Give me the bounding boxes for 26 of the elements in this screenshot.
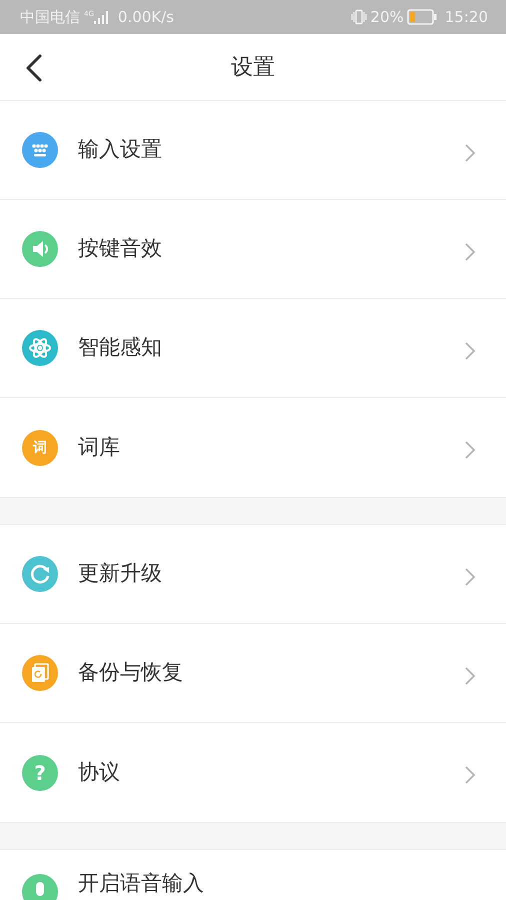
item-label: 智能感知 <box>78 334 162 362</box>
carrier-name: 中国电信 <box>20 6 80 28</box>
settings-item[interactable]: ? 协议 <box>0 723 506 822</box>
battery-icon <box>406 9 437 25</box>
item-label: 按键音效 <box>78 235 162 262</box>
settings-item[interactable]: 智能感知 <box>0 299 506 398</box>
clock-time: 15:20 <box>444 6 488 28</box>
item-label: 开启语音输入 <box>78 872 204 894</box>
battery-percent: 20% <box>370 6 404 28</box>
item-label: 协议 <box>78 758 120 786</box>
page-title: 设置 <box>231 54 275 82</box>
glyph-icon: ? <box>22 754 58 790</box>
settings-item[interactable]: 按键音效 <box>0 200 506 299</box>
settings-item[interactable]: 开启语音输入 <box>0 850 506 900</box>
item-label: 更新升级 <box>78 560 162 588</box>
settings-item[interactable]: 备份与恢复 <box>0 624 506 723</box>
settings-item[interactable]: 更新升级 <box>0 525 506 624</box>
network-speed: 0.00K/s <box>118 6 174 28</box>
settings-item[interactable]: 输入设置 <box>0 101 506 200</box>
vibrate-icon <box>351 9 368 25</box>
item-label: 备份与恢复 <box>78 659 183 686</box>
item-label: 输入设置 <box>78 136 162 164</box>
signal-icon <box>94 10 108 24</box>
settings-item[interactable]: 词 词库 <box>0 398 506 497</box>
item-label: 词库 <box>78 434 120 461</box>
glyph-icon: 词 <box>22 430 58 466</box>
